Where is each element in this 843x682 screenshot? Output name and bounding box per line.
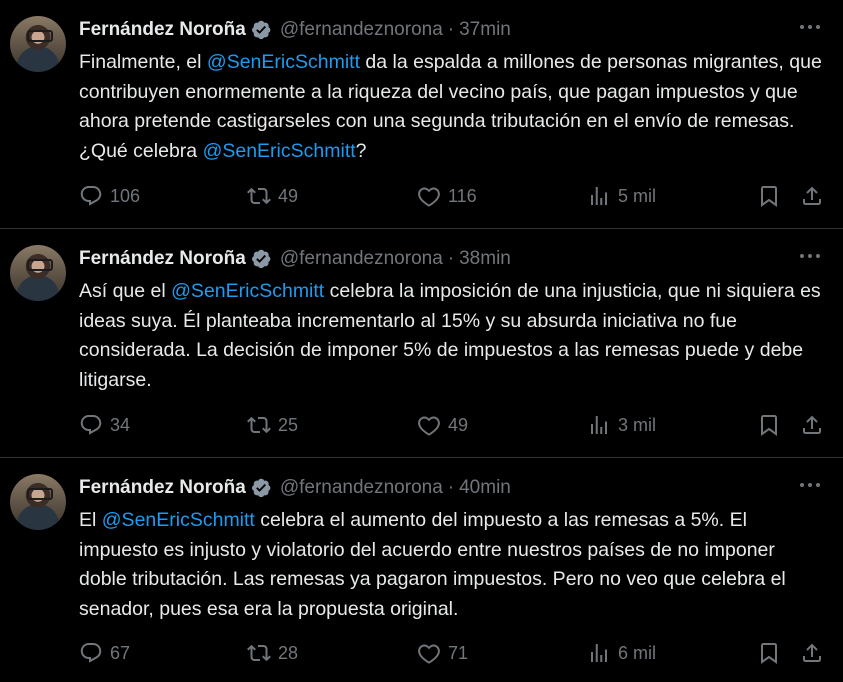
views-button[interactable]: 3 mil [587, 412, 656, 438]
tweet-header: Fernández Noroña @fernandeznorona · 38mi… [79, 247, 511, 271]
more-dots-icon[interactable] [799, 251, 821, 261]
avatar[interactable] [10, 474, 66, 530]
text-segment: El [79, 509, 102, 531]
avatar[interactable] [10, 16, 66, 72]
reply-count: 106 [110, 185, 141, 206]
reply-button[interactable]: 34 [79, 412, 130, 438]
reply-button[interactable]: 67 [79, 640, 130, 666]
retweet-button[interactable]: 25 [247, 412, 298, 438]
views-chart-icon [591, 644, 607, 662]
reply-icon [80, 643, 102, 663]
reply-icon [80, 415, 102, 435]
like-button[interactable]: 71 [417, 640, 468, 666]
separator: · [447, 19, 455, 40]
tweet-text: Así que el @SenEricSchmitt celebra la im… [79, 277, 824, 395]
views-count: 5 mil [618, 185, 657, 206]
reply-button[interactable]: 106 [79, 183, 140, 209]
views-chart-icon [591, 187, 607, 205]
separator: · [447, 477, 455, 498]
like-heart-icon [418, 644, 440, 664]
share-button[interactable] [800, 183, 824, 209]
timestamp[interactable]: 40min [459, 476, 511, 500]
like-count: 49 [448, 414, 469, 435]
like-button[interactable]: 49 [417, 412, 468, 438]
views-count: 3 mil [618, 414, 657, 435]
share-button[interactable] [800, 640, 824, 666]
views-chart-icon [591, 416, 607, 434]
tweet-actions: 106 49 116 5 mil [79, 183, 825, 209]
like-heart-icon [418, 187, 440, 207]
reply-count: 34 [110, 414, 131, 435]
share-icon [803, 415, 821, 434]
views-button[interactable]: 6 mil [587, 640, 656, 666]
author-handle[interactable]: @fernandeznorona [280, 18, 443, 42]
author-name[interactable]: Fernández Noroña [79, 476, 246, 500]
tweet-text: Finalmente, el @SenEricSchmitt da la esp… [79, 48, 824, 166]
more-dots-icon[interactable] [799, 480, 821, 490]
author-handle[interactable]: @fernandeznorona [280, 247, 443, 271]
text-segment: ? [355, 139, 367, 162]
verified-badge-icon [251, 249, 271, 269]
tweet[interactable]: Fernández Noroña @fernandeznorona · 38mi… [0, 229, 843, 458]
retweet-icon [247, 187, 271, 205]
timestamp[interactable]: 38min [459, 247, 511, 271]
tweet-text: El @SenEricSchmitt celebra el aumento de… [79, 506, 824, 624]
bookmark-icon [761, 643, 777, 664]
tweet-actions: 67 28 71 6 mil [79, 640, 825, 666]
like-count: 116 [448, 185, 477, 206]
reply-icon [80, 186, 102, 206]
mention-link[interactable]: @SenEricSchmitt [102, 509, 255, 531]
tweet[interactable]: Fernández Noroña @fernandeznorona · 40mi… [0, 458, 843, 682]
author-name[interactable]: Fernández Noroña [79, 247, 246, 271]
retweet-count: 25 [278, 414, 299, 435]
views-count: 6 mil [618, 642, 657, 663]
verified-badge-icon [251, 20, 271, 40]
verified-badge-icon [251, 478, 271, 498]
mention-link[interactable]: @SenEricSchmitt [203, 140, 356, 162]
like-heart-icon [418, 416, 440, 436]
retweet-icon [247, 416, 271, 434]
tweet-header: Fernández Noroña @fernandeznorona · 37mi… [79, 18, 511, 42]
mention-link[interactable]: @SenEricSchmitt [207, 51, 360, 73]
mention-link[interactable]: @SenEricSchmitt [171, 280, 324, 302]
bookmark-button[interactable] [757, 183, 781, 209]
share-icon [803, 643, 821, 662]
text-segment: Finalmente, el [79, 51, 207, 73]
bookmark-button[interactable] [757, 640, 781, 666]
separator: · [447, 248, 455, 269]
tweet-actions: 34 25 49 3 mil [79, 412, 825, 438]
tweet-feed: Fernández Noroña @fernandeznorona · 37mi… [0, 0, 843, 682]
tweet[interactable]: Fernández Noroña @fernandeznorona · 37mi… [0, 0, 843, 229]
retweet-count: 49 [278, 185, 299, 206]
retweet-count: 28 [278, 642, 299, 663]
views-button[interactable]: 5 mil [587, 183, 656, 209]
avatar[interactable] [10, 245, 66, 301]
like-count: 71 [448, 642, 469, 663]
retweet-icon [247, 644, 271, 662]
retweet-button[interactable]: 28 [247, 640, 298, 666]
author-handle[interactable]: @fernandeznorona [280, 476, 443, 500]
bookmark-icon [761, 186, 777, 207]
bookmark-icon [761, 415, 777, 436]
timestamp[interactable]: 37min [459, 18, 511, 42]
bookmark-button[interactable] [757, 412, 781, 438]
author-name[interactable]: Fernández Noroña [79, 18, 246, 42]
share-button[interactable] [800, 412, 824, 438]
more-dots-icon[interactable] [799, 22, 821, 32]
tweet-header: Fernández Noroña @fernandeznorona · 40mi… [79, 476, 511, 500]
retweet-button[interactable]: 49 [247, 183, 298, 209]
text-segment: Así que el [79, 280, 172, 302]
like-button[interactable]: 116 [417, 183, 477, 209]
reply-count: 67 [110, 642, 131, 663]
share-icon [803, 186, 821, 205]
